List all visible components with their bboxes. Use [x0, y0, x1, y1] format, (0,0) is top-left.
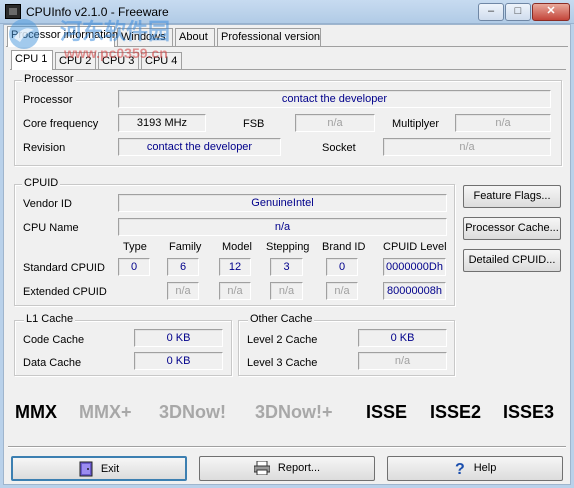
tab-about[interactable]: About [175, 28, 215, 47]
level2-cache-value: 0 KB [358, 329, 447, 347]
tab-professional-version[interactable]: Professional version [217, 28, 321, 47]
extended-cpuid-level-value: 80000008h [383, 282, 446, 300]
socket-label: Socket [322, 142, 356, 154]
feature-3dnow-plus: 3DNow!+ [255, 402, 333, 422]
col-stepping-header: Stepping [266, 241, 310, 253]
processor-group-label: Processor [22, 73, 76, 85]
report-button[interactable]: Report... [199, 456, 375, 481]
standard-cpuid-level-value: 0000000Dh [383, 258, 446, 276]
col-brand-id-header: Brand ID [322, 241, 366, 253]
feature-isse2: ISSE2 [430, 402, 482, 422]
data-cache-value: 0 KB [134, 352, 223, 370]
level2-cache-label: Level 2 Cache [247, 334, 318, 346]
code-cache-label: Code Cache [23, 334, 85, 346]
feature-flags-button[interactable]: Feature Flags... [463, 185, 561, 208]
bottom-separator [8, 446, 566, 447]
watermark-text: 河东软件园 [60, 19, 171, 44]
vendor-id-label: Vendor ID [23, 198, 72, 210]
close-button[interactable]: ✕ [532, 3, 570, 21]
tab-cpu-1[interactable]: CPU 1 [11, 50, 53, 70]
extended-family-value: n/a [167, 282, 199, 300]
revision-value: contact the developer [118, 138, 281, 156]
extended-brand-id-value: n/a [326, 282, 358, 300]
exit-button-label: Exit [100, 463, 120, 475]
col-family-header: Family [169, 241, 202, 253]
extended-stepping-value: n/a [270, 282, 303, 300]
multiplier-value: n/a [455, 114, 551, 132]
standard-brand-id-value: 0 [326, 258, 358, 276]
socket-value: n/a [383, 138, 551, 156]
core-frequency-value: 3193 MHz [118, 114, 206, 132]
processor-value: contact the developer [118, 90, 551, 108]
revision-label: Revision [23, 142, 66, 154]
level3-cache-value: n/a [358, 352, 447, 370]
level3-cache-label: Level 3 Cache [247, 357, 318, 369]
standard-cpuid-label: Standard CPUID [23, 262, 105, 274]
other-cache-group-label: Other Cache [248, 313, 315, 325]
extended-cpuid-label: Extended CPUID [23, 286, 107, 298]
help-question-icon: ? [455, 461, 465, 476]
standard-family-value: 6 [167, 258, 199, 276]
svg-text:?: ? [455, 461, 465, 476]
feature-mmx-plus: MMX+ [79, 402, 132, 422]
cpuid-group-label: CPUID [22, 177, 61, 189]
printer-icon [253, 461, 270, 476]
col-cpuid-level-header: CPUID Level [383, 241, 447, 253]
detailed-cpuid-button[interactable]: Detailed CPUID... [463, 249, 561, 272]
watermark-url: www.pc0359.cn [64, 45, 168, 61]
col-type-header: Type [123, 241, 147, 253]
fsb-value: n/a [295, 114, 375, 132]
watermark-logo-icon [9, 19, 39, 49]
cpu-tab-strip-divider [10, 69, 566, 70]
feature-3dnow: 3DNow! [159, 402, 226, 422]
standard-type-value: 0 [118, 258, 150, 276]
feature-isse3: ISSE3 [503, 402, 555, 422]
exit-button[interactable]: Exit [11, 456, 187, 481]
processor-cache-button[interactable]: Processor Cache... [463, 217, 561, 240]
l1-cache-group-label: L1 Cache [24, 313, 76, 325]
multiplier-label: Multiplyer [392, 118, 440, 130]
exit-door-icon [79, 461, 93, 477]
minimize-button[interactable]: – [478, 3, 504, 21]
maximize-button[interactable]: □ [505, 3, 531, 21]
help-button[interactable]: ? Help [387, 456, 563, 481]
feature-isse: ISSE [366, 402, 408, 422]
cpu-name-label: CPU Name [23, 222, 79, 234]
fsb-label: FSB [243, 118, 265, 130]
col-model-header: Model [222, 241, 252, 253]
data-cache-label: Data Cache [23, 357, 82, 369]
vendor-id-value: GenuineIntel [118, 194, 447, 212]
processor-label: Processor [23, 94, 73, 106]
help-button-label: Help [473, 462, 497, 474]
report-button-label: Report... [277, 462, 321, 474]
standard-stepping-value: 3 [270, 258, 303, 276]
feature-mmx: MMX [15, 402, 57, 422]
code-cache-value: 0 KB [134, 329, 223, 347]
extended-model-value: n/a [219, 282, 251, 300]
cpu-name-value: n/a [118, 218, 447, 236]
standard-model-value: 12 [219, 258, 251, 276]
core-frequency-label: Core frequency [23, 118, 99, 130]
